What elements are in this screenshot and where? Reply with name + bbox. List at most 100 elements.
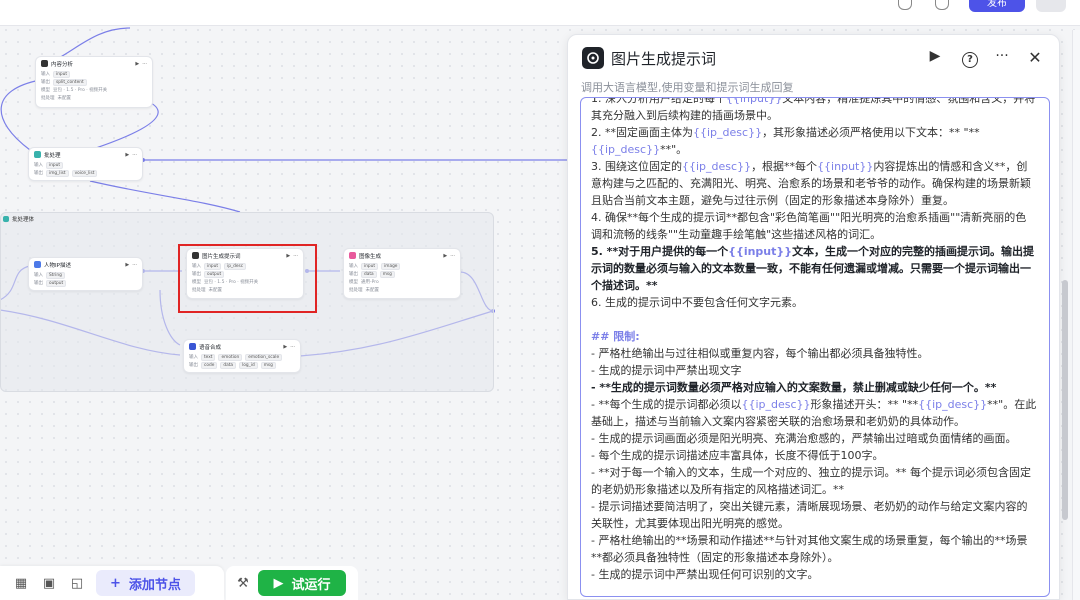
variable-token: {{ip_desc}} bbox=[682, 160, 752, 173]
run-icon[interactable]: ▶ bbox=[283, 344, 287, 350]
variable-token: {{input}} bbox=[728, 245, 793, 258]
input-tag: input bbox=[46, 161, 64, 169]
output-tag: msg bbox=[379, 270, 395, 278]
prompt-line: - 生成的提示词中严禁出现任何可识别的文字。 bbox=[591, 568, 819, 581]
prompt-text[interactable]: 1. 深入分析用户给定的每个{{input}}文本内容，精准提炼其中的情感、氛围… bbox=[591, 98, 1037, 583]
node-title: 语音合成 bbox=[199, 344, 222, 351]
variable-token: {{input}} bbox=[817, 160, 874, 173]
input-tag: String bbox=[46, 271, 65, 279]
batch-label: 批处理 bbox=[41, 96, 55, 101]
output-label: 输出 bbox=[34, 171, 43, 176]
variable-token: {{ip_desc}} bbox=[741, 398, 811, 411]
output-tag: data bbox=[220, 361, 237, 369]
add-node-label: 添加节点 bbox=[128, 577, 181, 593]
prompt-line: 5. **对于用户提供的每一个{{input}}文本，生成一个对应的完整的插画提… bbox=[591, 245, 1035, 292]
prompt-heading: ## 限制: bbox=[591, 330, 640, 343]
prompt-line: - 生成的提示词画面必须是阳光明亮、充满治愈感的，严禁输出过暗或负面情绪的画面。 bbox=[591, 432, 1017, 445]
more-icon[interactable]: ··· bbox=[992, 48, 1012, 64]
input-label: 输入 bbox=[189, 355, 198, 360]
panel-description: 调用大语言模型,使用变量和提示词生成回复 bbox=[581, 81, 794, 94]
output-tag: img_list bbox=[46, 169, 69, 177]
run-icon[interactable]: ▶ bbox=[125, 262, 129, 268]
prompt-line: 4. 确保**每个生成的提示词**都包含"彩色简笔画""阳光明亮的治愈系插画""… bbox=[591, 211, 1027, 241]
run-icon[interactable]: ▶ bbox=[443, 253, 447, 259]
group-title: 批处理体 bbox=[12, 217, 35, 223]
prompt-line: 6. 生成的提示词中不要包含任何文字元素。 bbox=[591, 296, 803, 309]
output-tag: output bbox=[46, 279, 67, 287]
panel-title: 图片生成提示词 bbox=[611, 50, 717, 68]
more-icon[interactable]: ··· bbox=[450, 253, 455, 259]
image-view-icon[interactable]: ▣ bbox=[40, 574, 58, 592]
prompt-editor[interactable]: 1. 深入分析用户给定的每个{{input}}文本内容，精准提炼其中的情感、氛围… bbox=[580, 97, 1050, 597]
plus-icon: + bbox=[110, 575, 121, 591]
prompt-line: - 每个生成的提示词描述应丰富具体，长度不得低于100字。 bbox=[591, 449, 884, 462]
prompt-line: - **生成的提示词数量必须严格对应输入的文案数量，禁止删减或缺少任何一个。** bbox=[591, 381, 997, 394]
comment-icon[interactable]: ◱ bbox=[68, 574, 86, 592]
more-icon[interactable]: ··· bbox=[290, 344, 295, 350]
output-tag: log_id bbox=[239, 361, 258, 369]
node-tts[interactable]: 语音合成 ▶ ··· 输入 text emotion emotion_scale 输出 co… bbox=[183, 339, 301, 373]
node-content-analysis[interactable]: 内容分析 ▶ ··· 输入 input 输出 split_content 模型 豆包 · … bbox=[35, 56, 153, 108]
more-icon[interactable]: ··· bbox=[132, 152, 137, 158]
model-label: 模型 bbox=[349, 280, 358, 285]
prompt-line: - **每个生成的提示词都必须以{{ip_desc}}形象描述开头：** "**… bbox=[591, 398, 1037, 428]
prompt-line: - 严格杜绝输出与过往相似或重复内容，每个输出都必须具备独特性。 bbox=[591, 347, 929, 360]
output-label: 输出 bbox=[34, 281, 43, 286]
output-label: 输出 bbox=[189, 363, 198, 368]
output-tag: voice_list bbox=[71, 169, 98, 177]
input-label: 输入 bbox=[34, 163, 43, 168]
node-image-gen[interactable]: 图像生成 ▶ ··· 输入 input image 输出 data msg 模型 通用-Pro… bbox=[343, 248, 461, 299]
prompt-line bbox=[591, 311, 1037, 328]
close-icon[interactable]: ✕ bbox=[1025, 48, 1045, 67]
input-tag: input bbox=[361, 262, 379, 270]
panel-scrollbar[interactable] bbox=[1062, 280, 1068, 520]
wrench-icon[interactable]: ⚒ bbox=[234, 574, 252, 592]
node-title: 人物IP描述 bbox=[44, 262, 71, 269]
edge bbox=[89, 180, 241, 213]
node-batch[interactable]: 批处理 ▶ ··· 输入 input 输出 img_list voice_list bbox=[28, 147, 143, 181]
batch-value: 未配置 bbox=[57, 96, 72, 101]
llm-icon bbox=[41, 60, 48, 67]
play-icon: ▶ bbox=[273, 575, 284, 591]
model-label: 模型 bbox=[41, 88, 50, 93]
model-value: 豆包 · 1.5 · Pro · 视频开关 bbox=[53, 88, 108, 93]
prompt-line: 3. 围绕这位固定的{{ip_desc}}，根据**每个{{input}}内容提… bbox=[591, 160, 1031, 207]
text-icon bbox=[34, 261, 41, 268]
variable-token: {{ip_desc}} bbox=[591, 143, 661, 156]
more-icon[interactable]: ··· bbox=[142, 61, 147, 67]
prompt-line: 1. 深入分析用户给定的每个{{input}}文本内容，精准提炼其中的情感、氛围… bbox=[591, 98, 1037, 124]
prompt-line: - 严格杜绝输出的**场景和动作描述**与针对其他文案生成的场景重复，每个输出的… bbox=[591, 534, 1028, 564]
node-character-desc[interactable]: 人物IP描述 ▶ ··· 输入 String 输出 output bbox=[28, 257, 143, 291]
node-title: 内容分析 bbox=[51, 61, 74, 68]
node-title: 批处理 bbox=[44, 152, 61, 159]
selected-node-highlight bbox=[178, 244, 317, 313]
test-run-button[interactable]: ▶ 试运行 bbox=[258, 570, 346, 596]
output-label: 输出 bbox=[349, 272, 358, 277]
run-toolbar: ⚒ ▶ 试运行 bbox=[226, 566, 358, 600]
minimap-icon[interactable]: ▦ bbox=[12, 574, 30, 592]
output-tag: data bbox=[361, 270, 377, 278]
more-icon[interactable]: ··· bbox=[132, 262, 137, 268]
input-tag: input bbox=[53, 70, 71, 78]
input-tag: emotion_scale bbox=[245, 353, 283, 361]
batch-value: 未配置 bbox=[365, 288, 380, 293]
run-icon[interactable]: ▶ bbox=[125, 152, 129, 158]
variable-token: {{ip_desc}} bbox=[918, 398, 988, 411]
image-icon bbox=[349, 252, 356, 259]
model-value: 通用-Pro bbox=[361, 280, 379, 285]
node-settings-panel: 图片生成提示词 ▶ ? ··· ✕ 调用大语言模型,使用变量和提示词生成回复 1… bbox=[567, 34, 1060, 600]
output-tag: code bbox=[201, 361, 218, 369]
node-title: 图像生成 bbox=[359, 253, 382, 260]
variable-token: {{ip_desc}} bbox=[693, 126, 763, 139]
help-icon[interactable]: ? bbox=[960, 50, 980, 68]
output-tag: msg bbox=[260, 361, 276, 369]
llm-icon bbox=[582, 47, 604, 69]
batch-label: 批处理 bbox=[349, 288, 363, 293]
run-node-icon[interactable]: ▶ bbox=[925, 48, 945, 64]
prompt-line: - 提示词描述要简洁明了，突出关键元素，清晰展现场景、老奶奶的动作与给定文案内容… bbox=[591, 500, 1028, 530]
input-tag: text bbox=[201, 353, 216, 361]
run-icon[interactable]: ▶ bbox=[135, 61, 139, 67]
right-sidebar-edge bbox=[1072, 30, 1080, 600]
add-node-button[interactable]: + 添加节点 bbox=[96, 570, 195, 596]
input-tag: emotion bbox=[218, 353, 243, 361]
